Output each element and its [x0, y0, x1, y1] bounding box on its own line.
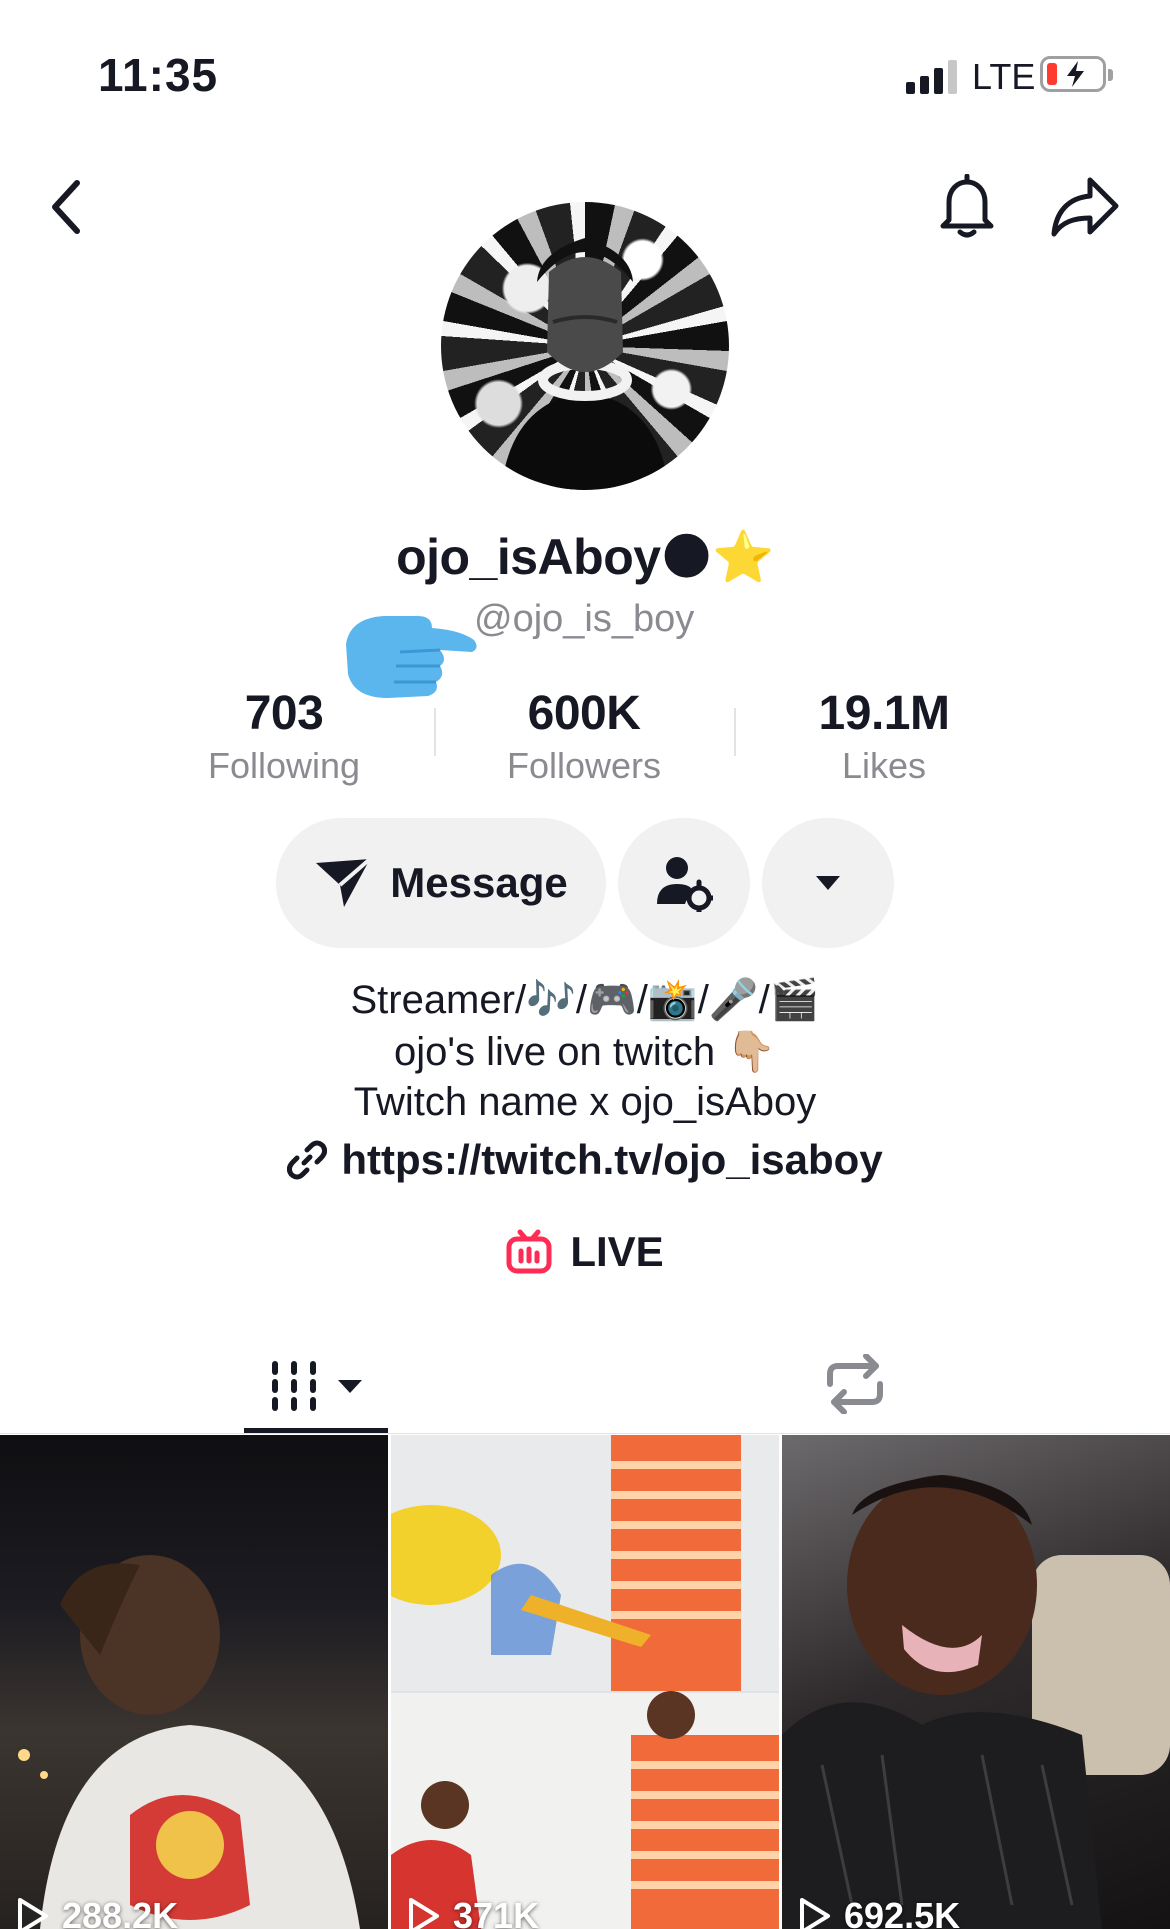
bell-icon: [940, 174, 994, 238]
stat-likes[interactable]: 19.1M Likes: [784, 686, 984, 787]
view-count-value: 692.5K: [844, 1895, 961, 1929]
live-tv-icon: [506, 1229, 552, 1274]
stat-divider: [734, 708, 736, 756]
bio-line-2: ojo's live on twitch 👇🏼: [393, 1030, 777, 1074]
likes-label: Likes: [841, 745, 927, 786]
more-options-button[interactable]: [762, 818, 894, 948]
tab-divider: [0, 1433, 1170, 1434]
view-count-value: 288.2K: [62, 1895, 179, 1929]
friend-settings-button[interactable]: [618, 818, 750, 948]
status-time: 11:35: [98, 49, 219, 101]
stat-followers[interactable]: 600K Followers: [484, 686, 684, 787]
stat-divider: [434, 708, 436, 756]
message-button[interactable]: Message: [276, 818, 606, 948]
message-label: Message: [390, 859, 568, 906]
view-count: 288.2K: [16, 1895, 178, 1929]
avatar[interactable]: [441, 202, 729, 490]
chevron-down-icon: [338, 1380, 362, 1393]
live-label: LIVE: [570, 1228, 664, 1275]
repost-icon: [827, 1354, 883, 1414]
back-chevron-icon: [52, 180, 80, 234]
following-label: Following: [207, 745, 361, 786]
tab-reposts[interactable]: [810, 1344, 900, 1424]
cellular-signal-icon: [906, 60, 957, 94]
bio-link[interactable]: https://twitch.tv/ojo_isaboy: [341, 1136, 882, 1184]
send-paper-plane-icon: [316, 857, 372, 907]
network-type: LTE: [972, 56, 1036, 97]
live-button[interactable]: LIVE: [0, 1228, 1170, 1276]
following-count: 703: [244, 687, 324, 740]
followers-count: 600K: [527, 687, 641, 740]
play-outline-icon: [800, 1898, 830, 1929]
view-count: 371K: [407, 1895, 539, 1929]
display-name: ojo_isAboy🌑⭐: [396, 529, 774, 585]
tab-videos[interactable]: [244, 1336, 388, 1436]
link-icon: [287, 1140, 328, 1180]
play-outline-icon: [18, 1898, 48, 1929]
video-2-image: [391, 1435, 779, 1929]
bio-line-3: Twitch name x ojo_isAboy: [353, 1080, 817, 1124]
share-arrow-icon: [1051, 177, 1119, 237]
back-button[interactable]: [32, 172, 102, 242]
video-3-image: [782, 1475, 1170, 1929]
avatar-illustration: [501, 238, 669, 490]
likes-count: 19.1M: [818, 687, 950, 740]
videos-grid-icon: [272, 1361, 316, 1411]
play-outline-icon: [409, 1898, 439, 1929]
video-thumbnail[interactable]: 371K: [391, 1435, 779, 1929]
video-thumbnail[interactable]: 692.5K: [782, 1435, 1170, 1929]
username: @ojo_is_boy: [474, 598, 695, 640]
user-gear-icon: [657, 857, 713, 912]
battery-charging-icon: [1040, 56, 1113, 92]
stat-following[interactable]: 703 Following: [184, 686, 384, 787]
view-count: 692.5K: [798, 1895, 960, 1929]
followers-label: Followers: [506, 745, 662, 786]
video-thumbnail[interactable]: 288.2K: [0, 1435, 388, 1929]
dropdown-triangle-icon: [816, 876, 840, 890]
view-count-value: 371K: [453, 1895, 540, 1929]
notifications-button[interactable]: [932, 172, 1002, 242]
bio-link-row[interactable]: https://twitch.tv/ojo_isaboy: [0, 1136, 1170, 1184]
video-1-image: [18, 1555, 360, 1929]
share-button[interactable]: [1050, 172, 1120, 242]
bio-line-1: Streamer/🎶/🎮/📸/🎤/🎬: [350, 978, 820, 1022]
